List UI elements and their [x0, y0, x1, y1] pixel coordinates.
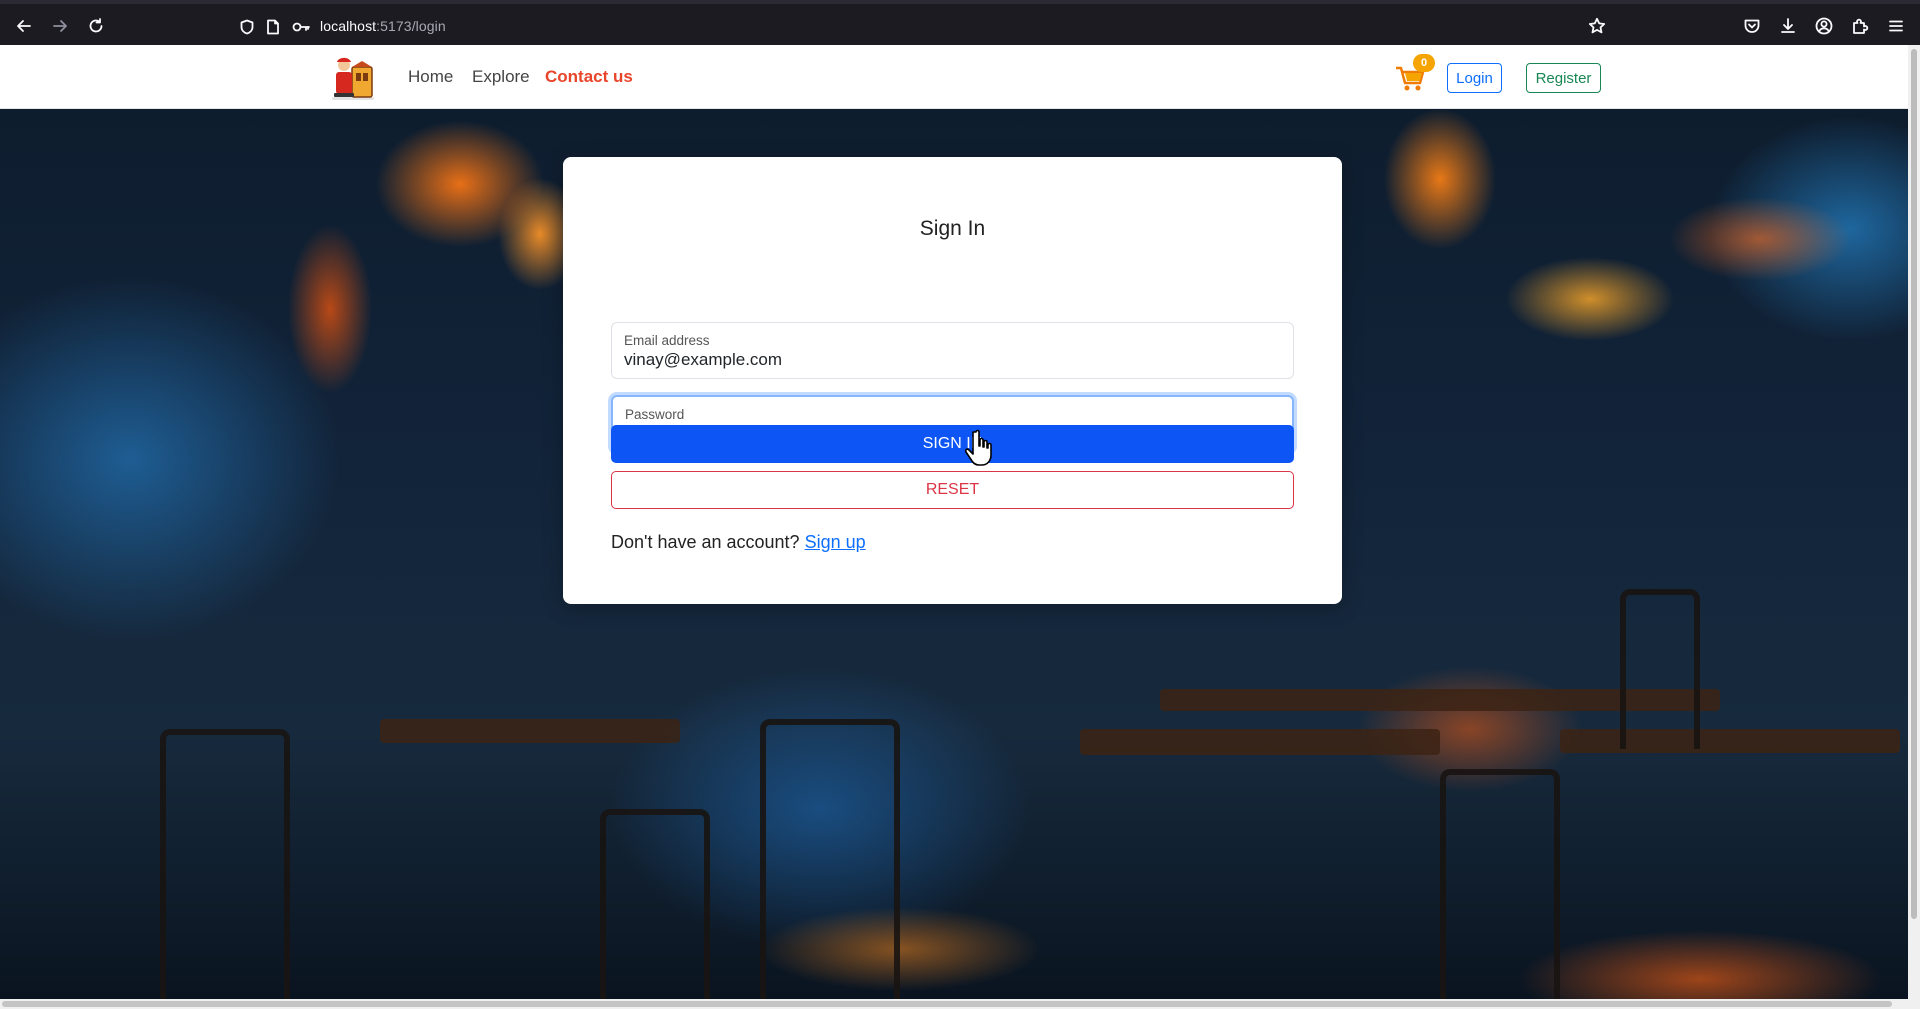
nav-link-contact-us[interactable]: Contact us	[545, 67, 633, 87]
pocket-icon[interactable]	[1740, 14, 1764, 38]
email-field[interactable]: Email address vinay@example.com	[611, 322, 1294, 379]
vertical-scrollbar-thumb[interactable]	[1911, 49, 1917, 919]
password-label: Password	[625, 407, 685, 422]
hand-cursor-icon	[964, 428, 999, 468]
sign-in-card: Sign In Email address vinay@example.com …	[563, 157, 1342, 604]
url-text[interactable]: localhost:5173/login	[320, 18, 446, 34]
sign-up-link[interactable]: Sign up	[805, 532, 866, 552]
reset-button[interactable]: RESET	[611, 471, 1294, 509]
reload-icon[interactable]	[82, 12, 110, 40]
register-button[interactable]: Register	[1526, 63, 1601, 93]
bookmark-star-icon[interactable]	[1588, 17, 1606, 39]
horizontal-scrollbar[interactable]	[0, 999, 1920, 1009]
page-icon[interactable]	[264, 18, 282, 36]
forward-icon[interactable]	[46, 12, 74, 40]
url-bar[interactable]: localhost:5173/login	[232, 10, 1616, 42]
sign-in-button[interactable]: SIGN IN	[611, 425, 1294, 463]
menu-icon[interactable]	[1884, 14, 1908, 38]
email-label: Email address	[624, 333, 710, 348]
site-navbar: Home Explore Contact us 0 Login Register	[0, 45, 1908, 109]
account-icon[interactable]	[1812, 14, 1836, 38]
page: Home Explore Contact us 0 Login Register…	[0, 45, 1908, 999]
signup-prompt: Don't have an account? Sign up	[611, 532, 866, 553]
extensions-icon[interactable]	[1848, 14, 1872, 38]
nav-link-home[interactable]: Home	[408, 67, 453, 87]
vertical-scrollbar[interactable]	[1908, 45, 1920, 999]
browser-toolbar: localhost:5173/login	[0, 0, 1920, 45]
no-account-text: Don't have an account?	[611, 532, 800, 552]
horizontal-scrollbar-thumb[interactable]	[2, 1001, 1892, 1007]
download-icon[interactable]	[1776, 14, 1800, 38]
back-icon[interactable]	[10, 12, 38, 40]
shield-icon[interactable]	[238, 18, 256, 36]
email-value[interactable]: vinay@example.com	[624, 350, 782, 370]
sign-in-title: Sign In	[919, 217, 986, 240]
delivery-logo-icon[interactable]	[328, 53, 378, 101]
nav-link-explore[interactable]: Explore	[472, 67, 530, 87]
login-button[interactable]: Login	[1447, 63, 1502, 93]
key-icon[interactable]	[292, 18, 310, 36]
cart-count-badge: 0	[1413, 54, 1435, 72]
